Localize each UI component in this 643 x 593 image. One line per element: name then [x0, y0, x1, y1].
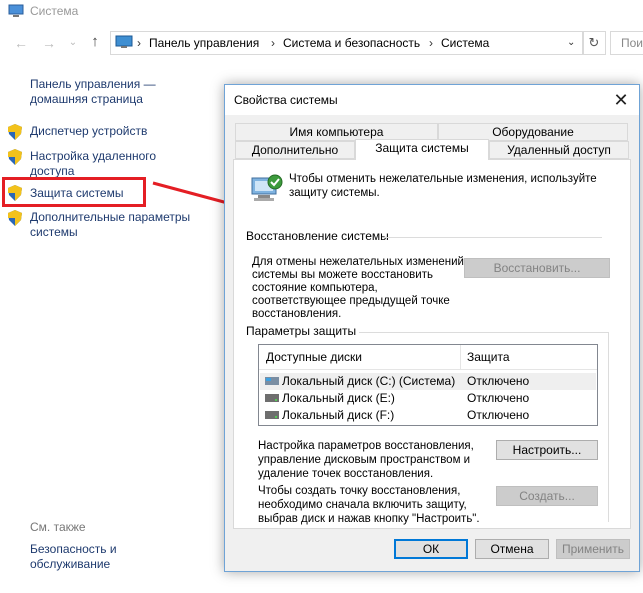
home-link-line1: Панель управления — [30, 77, 156, 91]
forward-arrow-icon[interactable]: → [40, 34, 58, 52]
restore-button[interactable]: Восстановить... [464, 258, 610, 278]
restore-text-line1: Для отмены нежелательных изменений [252, 256, 464, 268]
protection-group-label: Параметры защиты [246, 324, 357, 338]
drive-status: Отключено [467, 408, 530, 422]
intro-text-line2: защиту системы. [289, 187, 380, 199]
security-link-line1: Безопасность и [30, 542, 117, 556]
drive-status: Отключено [467, 391, 530, 405]
tab-system-protection[interactable]: Защита системы [355, 139, 489, 160]
create-text-line1: Чтобы создать точку восстановления, [258, 485, 461, 497]
breadcrumb-control-panel[interactable]: Панель управления [149, 36, 259, 50]
up-arrow-icon[interactable]: ↑ [86, 33, 104, 51]
uac-shield-icon [8, 124, 22, 140]
column-separator [460, 345, 461, 369]
restore-text-line5: восстановления. [252, 308, 342, 320]
table-row[interactable]: Локальный диск (F:) Отключено [260, 407, 596, 424]
remote-link-line2: доступа [30, 164, 75, 178]
window-title: Система [30, 4, 79, 18]
control-panel-icon [115, 35, 133, 48]
uac-shield-icon [8, 210, 22, 226]
back-arrow-icon[interactable]: ← [12, 34, 30, 52]
drives-table[interactable]: Доступные диски Защита Локальный диск (C… [258, 344, 598, 426]
system-window-icon [8, 4, 24, 17]
configure-text-line3: удаление точек восстановления. [258, 468, 434, 480]
breadcrumb-system-security[interactable]: Система и безопасность [283, 36, 420, 50]
breadcrumb-system[interactable]: Система [441, 36, 489, 50]
restore-group-label: Восстановление системы [246, 229, 389, 243]
refresh-icon[interactable]: ↻ [582, 31, 606, 55]
table-row[interactable]: Локальный диск (E:) Отключено [260, 390, 596, 407]
advanced-link-line2: системы [30, 225, 78, 239]
breadcrumb-separator-icon: › [137, 36, 141, 50]
dialog-titlebar: Свойства системы ✕ [225, 85, 639, 115]
highlight-box [2, 177, 146, 207]
configure-text-line2: управление дисковым пространством и [258, 454, 471, 466]
table-header: Доступные диски Защита [259, 345, 597, 370]
drive-name: Локальный диск (C:) (Система) [282, 374, 456, 388]
create-button[interactable]: Создать... [496, 486, 598, 506]
restore-text-line4: соответствующее предыдущей точке [252, 295, 450, 307]
search-placeholder: Пои [621, 36, 643, 50]
device-manager-link[interactable]: Диспетчер устройств [30, 124, 147, 139]
close-icon[interactable]: ✕ [609, 89, 633, 111]
cancel-button[interactable]: Отмена [475, 539, 549, 559]
address-bar[interactable]: › Панель управления › Система и безопасн… [110, 31, 584, 55]
system-protection-icon [251, 174, 283, 201]
tab-advanced[interactable]: Дополнительно [235, 141, 355, 159]
see-also-heading: См. также [30, 520, 86, 534]
security-link-line2: обслуживание [30, 557, 111, 571]
search-input[interactable]: Пои [610, 31, 643, 55]
remote-access-link[interactable]: Настройка удаленного доступа [30, 149, 156, 179]
table-row[interactable]: Локальный диск (C:) (Система) Отключено [260, 373, 596, 390]
configure-button[interactable]: Настроить... [496, 440, 598, 460]
security-maintenance-link[interactable]: Безопасность и обслуживание [30, 542, 117, 572]
restore-text-line3: состояние компьютера, [252, 282, 378, 294]
tab-page-system-protection: Чтобы отменить нежелательные изменения, … [233, 159, 631, 529]
address-dropdown-icon[interactable]: ⌄ [567, 37, 575, 48]
tab-remote-access[interactable]: Удаленный доступ [489, 141, 629, 159]
window-titlebar: Система [0, 0, 643, 24]
drive-icon [265, 394, 279, 402]
uac-shield-icon [8, 149, 22, 165]
breadcrumb-separator-icon: › [271, 36, 275, 50]
create-text-line3: выбрав диск и нажав кнопку "Настроить". [258, 513, 480, 525]
drive-name: Локальный диск (E:) [282, 391, 395, 405]
home-link-line2: домашняя страница [30, 92, 143, 106]
group-divider [384, 237, 602, 238]
breadcrumb-separator-icon: › [429, 36, 433, 50]
group-border [608, 332, 609, 522]
dialog-title: Свойства системы [234, 93, 338, 107]
intro-text-line1: Чтобы отменить нежелательные изменения, … [289, 173, 597, 185]
restore-text-line2: системы вы можете восстановить [252, 269, 433, 281]
ok-button[interactable]: ОК [394, 539, 468, 559]
recent-dropdown-icon[interactable]: ⌄ [64, 34, 82, 52]
group-divider [359, 332, 609, 333]
remote-link-line1: Настройка удаленного [30, 149, 157, 163]
create-text-line2: необходимо сначала включить защиту, [258, 499, 467, 511]
column-header-protection[interactable]: Защита [467, 350, 510, 364]
column-header-drives[interactable]: Доступные диски [266, 350, 362, 364]
drive-status: Отключено [467, 374, 530, 388]
apply-button[interactable]: Применить [556, 539, 630, 559]
system-properties-dialog: Свойства системы ✕ Имя компьютера Оборуд… [224, 84, 640, 572]
drive-name: Локальный диск (F:) [282, 408, 395, 422]
drive-icon [265, 411, 279, 419]
system-drive-icon [265, 377, 279, 385]
control-panel-home-link[interactable]: Панель управления — домашняя страница [30, 77, 156, 107]
configure-text-line1: Настройка параметров восстановления, [258, 440, 474, 452]
